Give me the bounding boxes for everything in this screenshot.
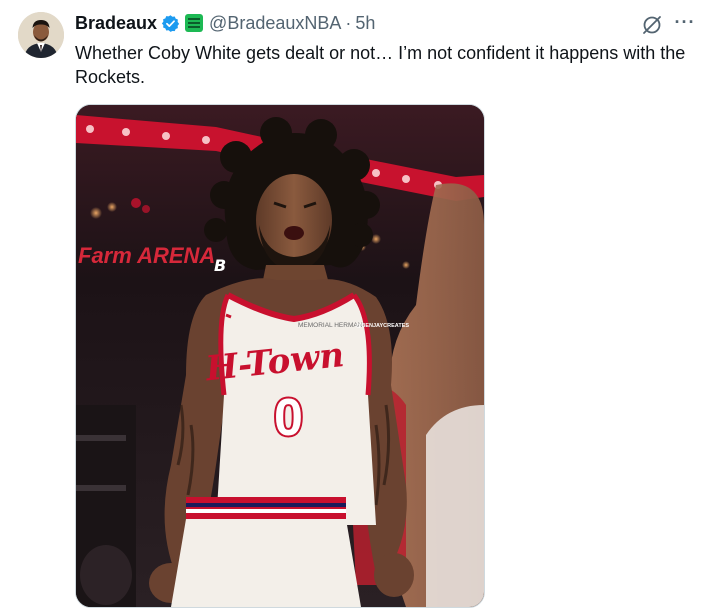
- tweet-image[interactable]: Farm ARENA H-Town 0 MEMORIAL HERMANN B @…: [75, 104, 485, 608]
- user-handle[interactable]: @BradeauxNBA: [209, 12, 341, 34]
- logo-letter: B: [214, 256, 226, 275]
- verified-badge-icon: [161, 14, 180, 33]
- affiliate-badge-icon[interactable]: [185, 14, 204, 32]
- watermark: @BENJAYCREATES: [356, 323, 409, 329]
- avatar[interactable]: [18, 12, 64, 58]
- timestamp[interactable]: 5h: [355, 12, 375, 34]
- display-name[interactable]: Bradeaux: [75, 12, 157, 34]
- player-photo: Farm ARENA H-Town 0 MEMORIAL HERMANN B @…: [76, 105, 484, 607]
- tweet-text: Whether Coby White gets dealt or not… I’…: [75, 43, 686, 87]
- tweet[interactable]: Bradeaux @BradeauxNBA · 5h ··· Whether C…: [0, 0, 714, 609]
- grok-icon[interactable]: [640, 13, 664, 37]
- tweet-header: Bradeaux @BradeauxNBA · 5h: [75, 12, 375, 34]
- arena-sign: Farm ARENA: [78, 243, 215, 268]
- jersey-number: 0: [274, 389, 303, 447]
- more-icon[interactable]: ···: [672, 12, 698, 36]
- separator-dot: ·: [345, 13, 352, 33]
